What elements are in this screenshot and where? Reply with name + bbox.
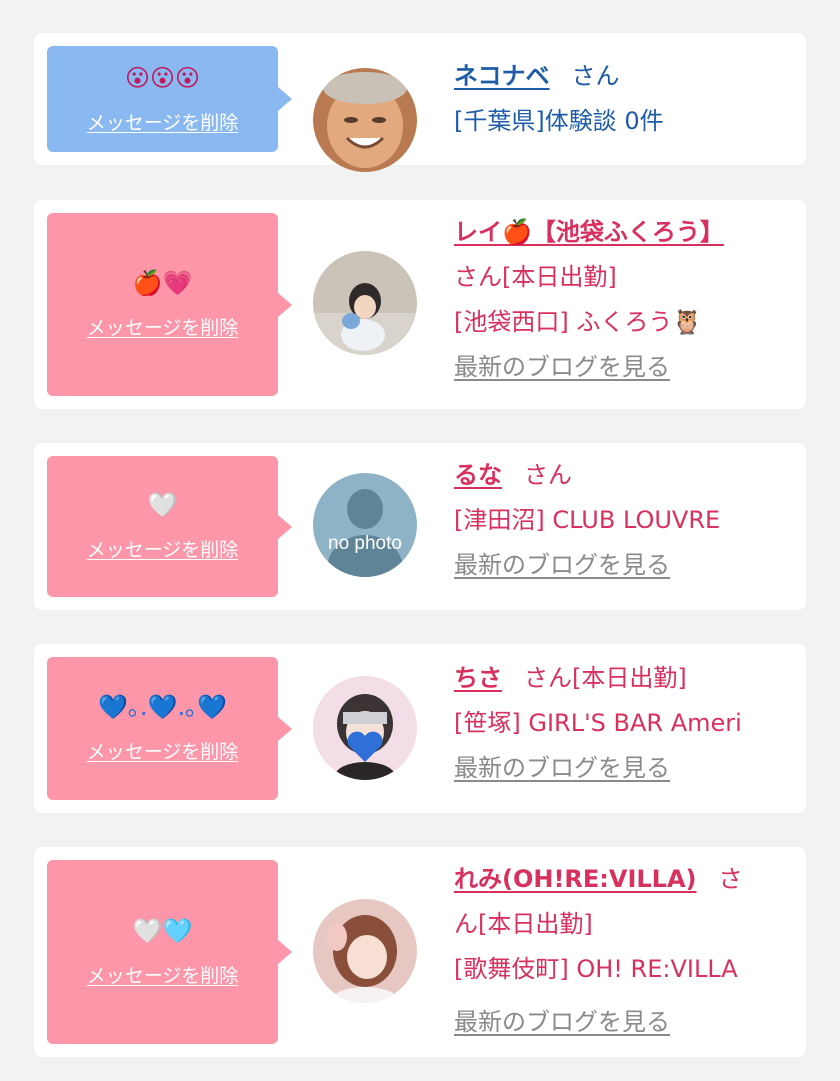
member-name-link[interactable]: ネコナベ [454,62,550,90]
message-bubble: 🤍 メッセージを削除 [47,456,292,597]
avatar-photo [313,899,417,1003]
favorite-card: 🤍 メッセージを削除 no photo るな さん [津田沼] CLUB LOUV… [34,443,806,610]
favorite-info: ネコナベ さん [千葉県]体験談 0件 [454,54,794,144]
avatar[interactable]: no photo [313,473,417,577]
shop-name: [笹塚] GIRL'S BAR Ameri [454,709,742,737]
message-bubble: 😮😮😮 メッセージを削除 [47,46,292,152]
favorite-card: 💙｡.💙.｡💙 メッセージを削除 ちさ さん[本日出勤] [笹塚] GIRL'S … [34,644,806,813]
blue-hearts-icon: 💙｡.💙.｡💙 [98,693,227,721]
experience-count: [千葉県]体験談 0件 [454,107,664,135]
avatar-photo [313,676,417,780]
no-photo-placeholder: no photo [313,473,417,577]
message-bubble: 💙｡.💙.｡💙 メッセージを削除 [47,657,292,800]
shop-name: [池袋西口] ふくろう🦉 [454,308,703,336]
favorite-info: レイ🍎【池袋ふくろう】 さん[本日出勤] [池袋西口] ふくろう🦉 最新のブログ… [454,210,794,390]
apple-heart-icon: 🍎💗 [132,269,193,297]
member-name-link[interactable]: るな [454,461,502,489]
shop-name: [津田沼] CLUB LOUVRE [454,506,721,534]
message-bubble: 🤍🩵 メッセージを削除 [47,860,292,1044]
member-name-link[interactable]: れみ(OH!RE:VILLA) [454,865,697,893]
avatar[interactable] [313,251,417,355]
member-name-link[interactable]: レイ🍎【池袋ふくろう】 [454,218,724,246]
favorite-info: るな さん [津田沼] CLUB LOUVRE 最新のブログを見る [454,453,794,588]
latest-blog-link[interactable]: 最新のブログを見る [454,754,670,782]
delete-message-link[interactable]: メッセージを削除 [87,737,239,764]
surprised-face-icon: 😮😮😮 [124,63,201,92]
favorite-info: れみ(OH!RE:VILLA) さ ん[本日出勤] [歌舞伎町] OH! RE:V… [454,857,794,1045]
honorific-status: ん[本日出勤] [454,910,593,938]
favorite-card: 😮😮😮 メッセージを削除 ネコナベ さん [千葉県]体験談 0件 [34,33,806,172]
avatar-photo [313,68,417,172]
delete-message-link[interactable]: メッセージを削除 [87,961,239,988]
favorites-list: 😮😮😮 メッセージを削除 ネコナベ さん [千葉県]体験談 0件 🍎💗 メッセージ… [0,0,840,1081]
latest-blog-link[interactable]: 最新のブログを見る [454,353,670,381]
delete-message-link[interactable]: メッセージを削除 [87,313,239,340]
shop-name: [歌舞伎町] OH! RE:VILLA [454,955,738,983]
member-name-link[interactable]: ちさ [454,664,502,692]
avatar-photo [313,251,417,355]
honorific: さん [571,62,620,90]
avatar[interactable] [313,68,417,172]
message-bubble: 🍎💗 メッセージを削除 [47,213,292,396]
honorific: さ [718,865,743,893]
honorific-status: さん[本日出勤] [454,263,617,291]
honorific-status: さん[本日出勤] [524,664,687,692]
latest-blog-link[interactable]: 最新のブログを見る [454,551,670,579]
avatar[interactable] [313,676,417,780]
favorite-card: 🍎💗 メッセージを削除 レイ🍎【池袋ふくろう】 さん[本日出勤] [池袋西口] … [34,200,806,409]
avatar[interactable] [313,899,417,1003]
white-heart-icon: 🤍 [147,491,178,519]
white-light-blue-hearts-icon: 🤍🩵 [132,916,193,945]
no-photo-text: no photo [328,533,402,554]
delete-message-link[interactable]: メッセージを削除 [87,535,239,562]
latest-blog-link[interactable]: 最新のブログを見る [454,1008,670,1036]
favorite-card: 🤍🩵 メッセージを削除 れみ(OH!RE:VILLA) さ ん[本日出勤] [歌舞… [34,847,806,1057]
delete-message-link[interactable]: メッセージを削除 [87,108,239,135]
favorite-info: ちさ さん[本日出勤] [笹塚] GIRL'S BAR Ameri 最新のブログを… [454,656,794,791]
honorific: さん [524,461,572,489]
